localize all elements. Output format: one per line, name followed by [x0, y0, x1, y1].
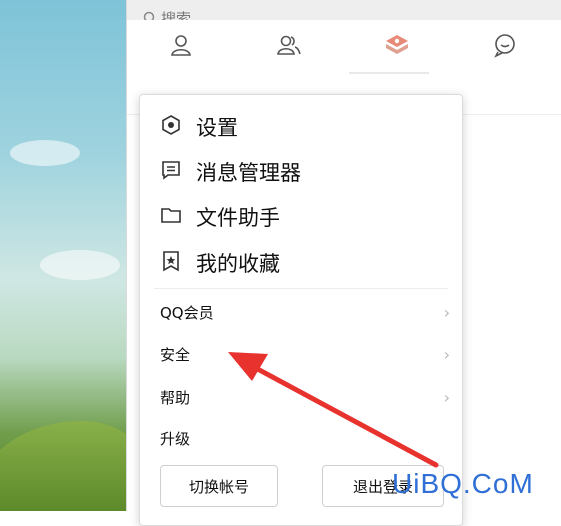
red-annotation-arrow — [228, 352, 439, 468]
watermark-text: UiBQ.CoM — [392, 468, 534, 499]
